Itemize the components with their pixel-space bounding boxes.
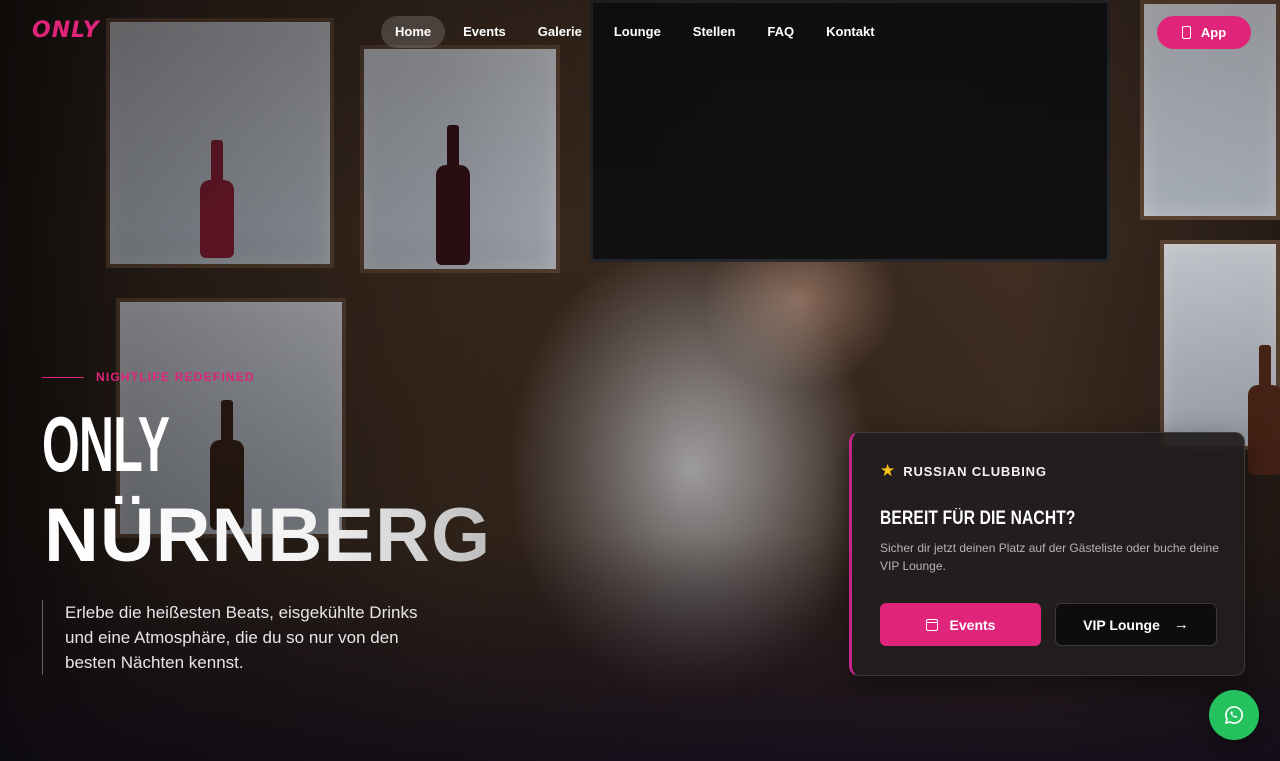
events-button-label: Events <box>949 616 996 633</box>
app-button[interactable]: App <box>1157 16 1251 49</box>
main-nav: Home Events Galerie Lounge Stellen FAQ K… <box>381 16 893 48</box>
app-button-label: App <box>1200 25 1227 40</box>
card-title: BEREIT FÜR DIE NACHT? <box>880 508 1076 529</box>
vip-lounge-button-label: VIP Lounge <box>1083 616 1160 633</box>
nav-item-lounge[interactable]: Lounge <box>600 16 675 48</box>
whatsapp-icon <box>1225 706 1243 724</box>
events-button[interactable]: Events <box>880 603 1041 646</box>
card-badge-label: RUSSIAN CLUBBING <box>903 464 1047 479</box>
hero-title-line1: ONLY <box>42 400 170 488</box>
nav-item-home[interactable]: Home <box>381 16 446 48</box>
calendar-icon <box>925 618 938 631</box>
phone-icon <box>1181 26 1191 39</box>
nav-item-kontakt[interactable]: Kontakt <box>812 16 888 48</box>
hero-title-line2: NÜRNBERG <box>44 493 492 578</box>
arrow-right-icon: → <box>1173 616 1189 633</box>
hero-tagline: NIGHTLIFE REDEFINED <box>42 370 255 384</box>
nav-item-stellen[interactable]: Stellen <box>679 16 750 48</box>
nav-item-events[interactable]: Events <box>449 16 520 48</box>
nav-item-faq[interactable]: FAQ <box>753 16 808 48</box>
vip-lounge-button[interactable]: VIP Lounge → <box>1055 603 1217 646</box>
card-badge: ★ RUSSIAN CLUBBING <box>880 463 1047 480</box>
brand-logo[interactable]: ONLY <box>32 18 100 43</box>
star-icon: ★ <box>880 461 896 481</box>
card-text: Sicher dir jetzt deinen Platz auf der Gä… <box>880 541 1219 573</box>
hero-lead-text: Erlebe die heißesten Beats, eisgekühlte … <box>42 600 422 675</box>
nav-item-galerie[interactable]: Galerie <box>524 16 596 48</box>
tagline-divider <box>42 376 84 378</box>
tagline-text: NIGHTLIFE REDEFINED <box>96 370 255 384</box>
booking-card: ★ RUSSIAN CLUBBING BEREIT FÜR DIE NACHT?… <box>849 432 1245 676</box>
whatsapp-button[interactable] <box>1209 690 1259 740</box>
